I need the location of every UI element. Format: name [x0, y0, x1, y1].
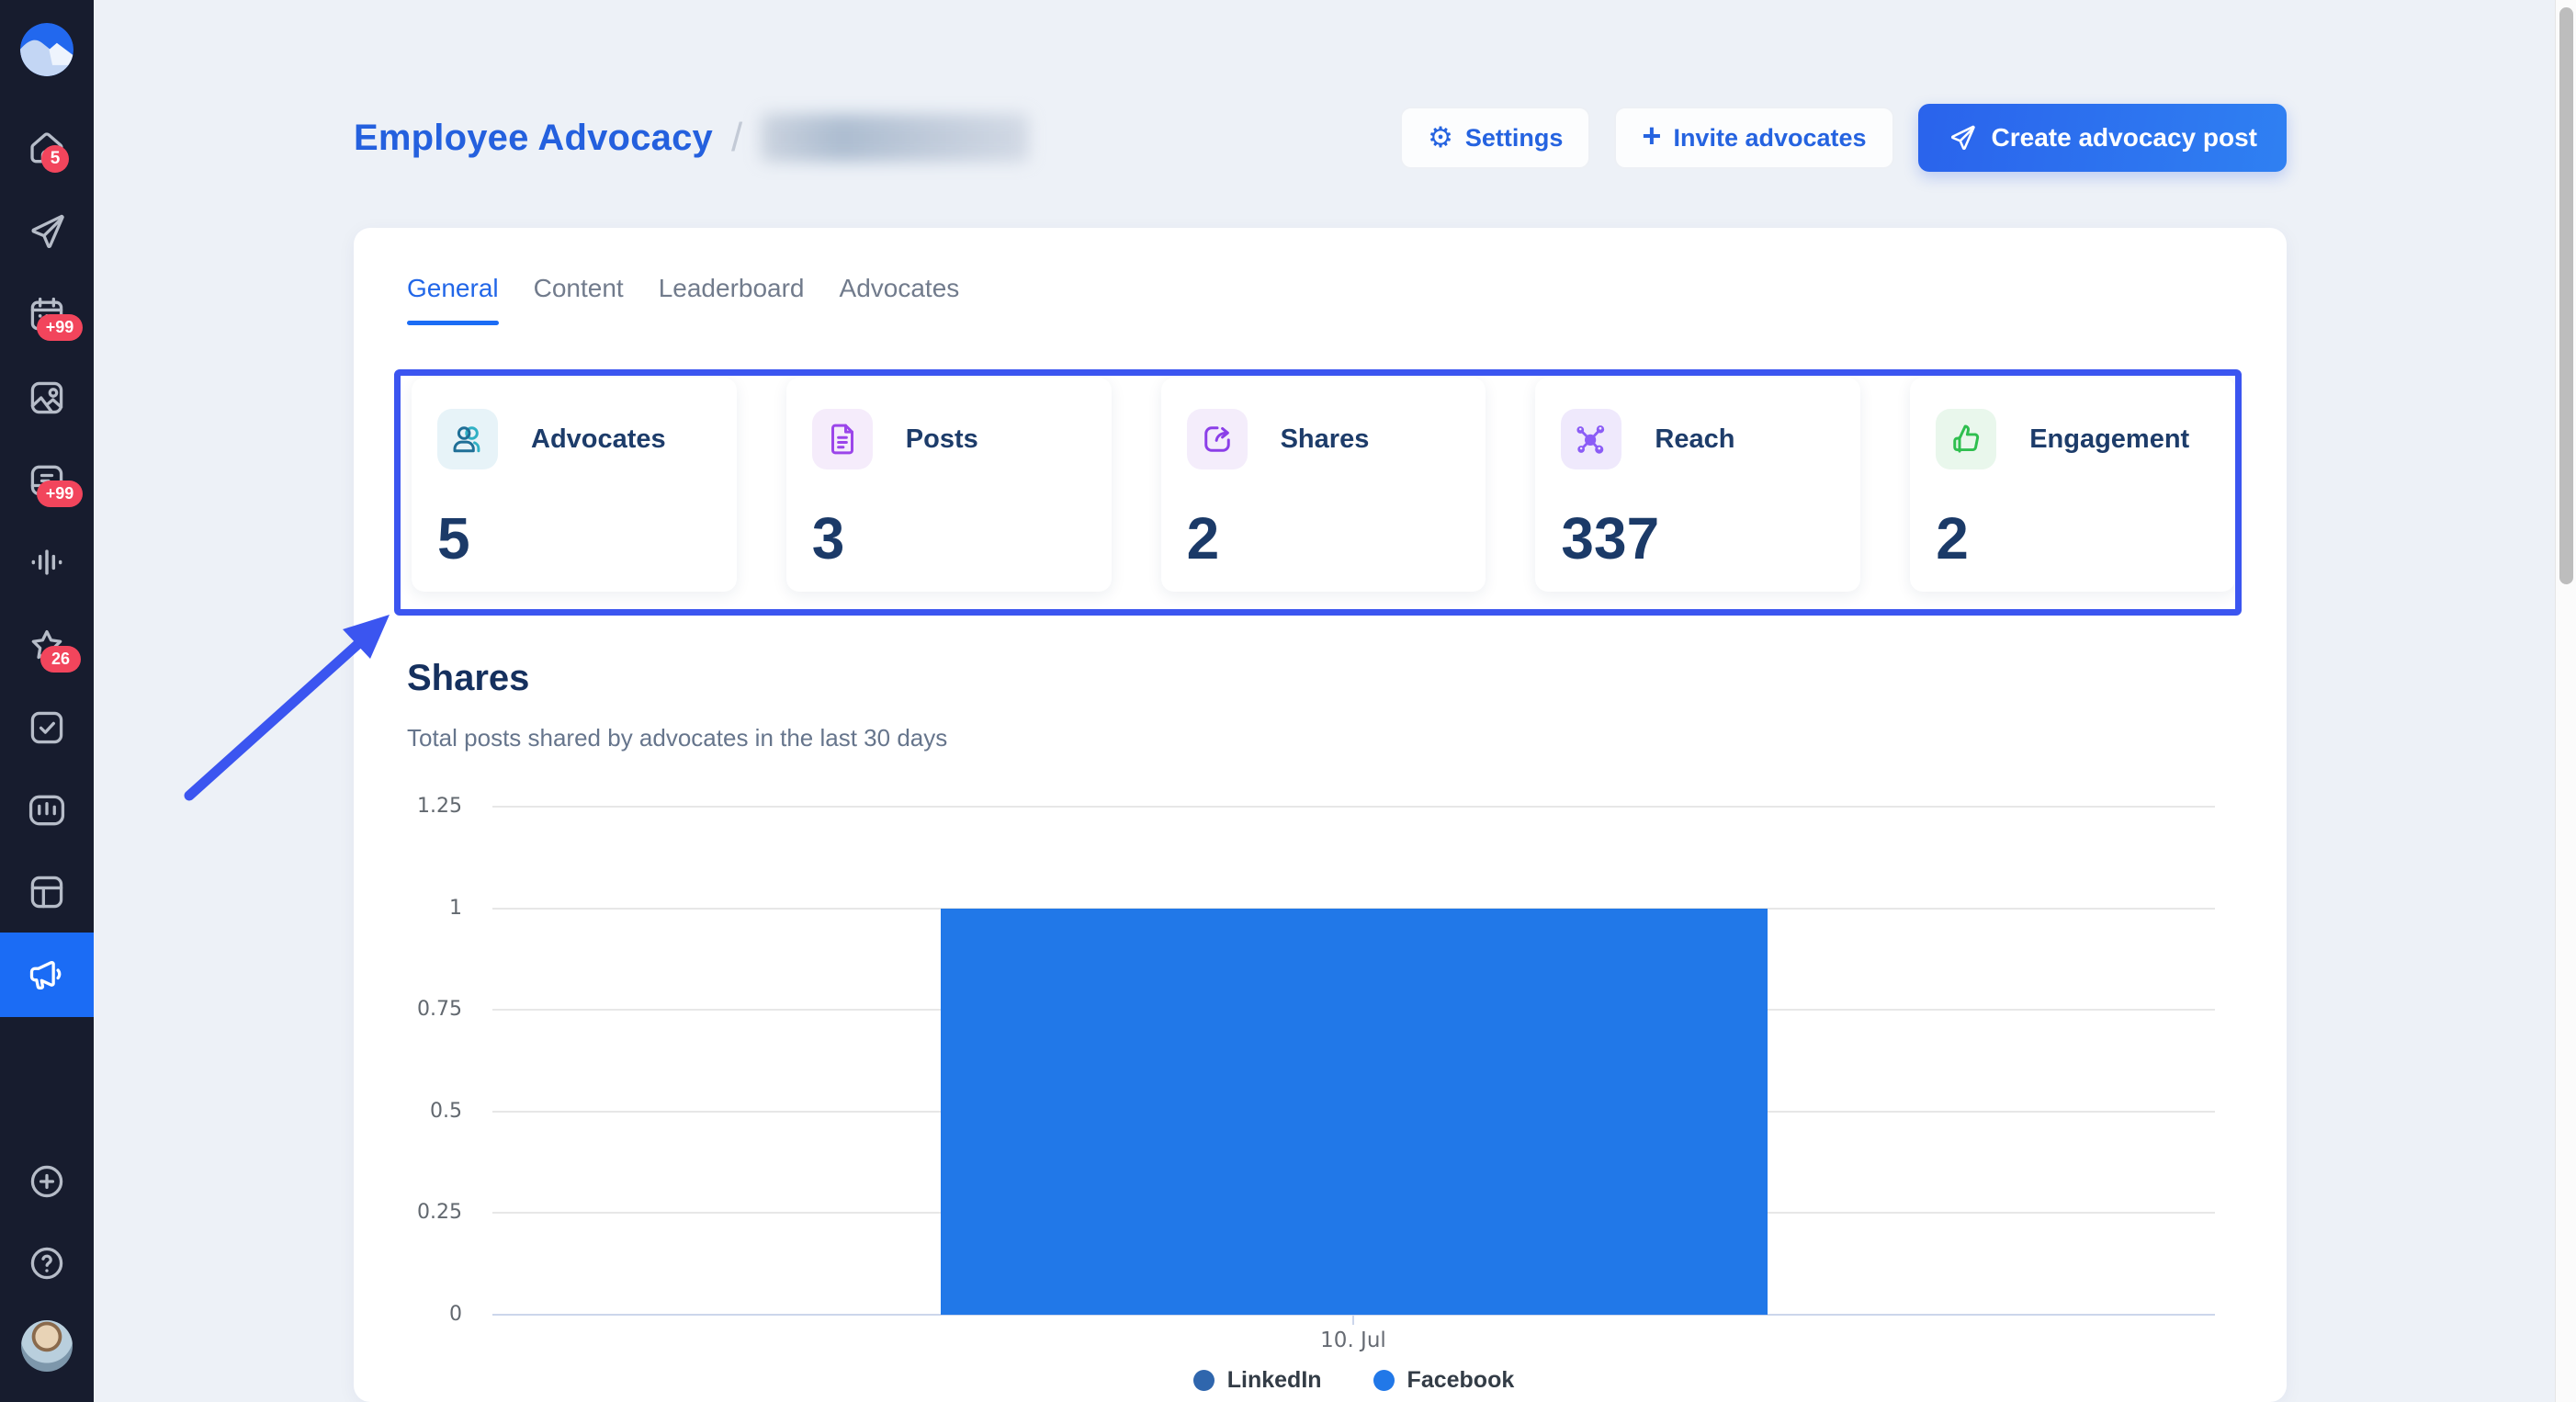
sidebar-item-inbox[interactable]: +99	[0, 439, 94, 522]
chart-legend: LinkedIn Facebook	[492, 1367, 2215, 1394]
plus-circle-icon	[27, 1161, 67, 1202]
sidebar: 5 +99	[0, 0, 94, 1402]
chart-bar[interactable]	[941, 807, 1768, 1315]
legend-label: LinkedIn	[1227, 1367, 1322, 1394]
calendar-notification-badge: +99	[37, 314, 83, 341]
tab-leaderboard[interactable]: Leaderboard	[659, 274, 805, 316]
stat-head: Engagement	[1936, 409, 2209, 469]
settings-button[interactable]: ⚙ Settings	[1400, 107, 1590, 169]
section-subtitle: Total posts shared by advocates in the l…	[407, 724, 947, 752]
facebook-legend-dot	[1373, 1370, 1395, 1391]
stat-card-shares: Shares 2	[1161, 378, 1486, 592]
stat-head: Shares	[1187, 409, 1461, 469]
sidebar-item-boards[interactable]	[0, 851, 94, 933]
sidebar-item-home[interactable]: 5	[0, 107, 94, 189]
stat-label: Shares	[1281, 424, 1370, 455]
app-root: 5 +99	[0, 0, 2576, 1402]
legend-item-linkedin[interactable]: LinkedIn	[1193, 1367, 1322, 1394]
stat-value: 2	[1187, 509, 1461, 568]
image-icon	[27, 378, 67, 418]
user-avatar[interactable]	[21, 1320, 73, 1372]
plus-icon: +	[1642, 119, 1661, 153]
reviews-notification-badge: 26	[40, 646, 81, 673]
stat-head: Reach	[1561, 409, 1835, 469]
sidebar-item-media[interactable]	[0, 356, 94, 439]
gear-icon: ⚙	[1428, 124, 1453, 153]
section-title: Shares	[407, 658, 529, 699]
y-axis-tick-label: 0.25	[354, 1198, 462, 1227]
scrollbar-track[interactable]	[2555, 0, 2576, 1402]
stat-card-reach: Reach 337	[1535, 378, 1860, 592]
stat-label: Advocates	[531, 424, 666, 455]
document-icon	[812, 409, 873, 469]
create-advocacy-post-button[interactable]: Create advocacy post	[1918, 104, 2287, 172]
stat-value: 3	[812, 509, 1086, 568]
tab-bar: General Content Leaderboard Advocates	[407, 274, 959, 316]
sidebar-item-add[interactable]	[0, 1140, 94, 1223]
sidebar-item-listening[interactable]	[0, 521, 94, 604]
help-circle-icon	[27, 1243, 67, 1283]
stat-card-engagement: Engagement 2	[1910, 378, 2235, 592]
y-axis-tick-label: 1.25	[354, 792, 462, 821]
mountain-logo-icon	[20, 23, 73, 76]
people-icon	[437, 409, 498, 469]
analytics-card: General Content Leaderboard Advocates Ad…	[354, 228, 2287, 1402]
inbox-notification-badge: +99	[37, 481, 83, 507]
invite-advocates-button[interactable]: + Invite advocates	[1614, 107, 1893, 169]
page-title: Employee Advocacy	[354, 118, 713, 159]
send-icon	[27, 211, 67, 252]
megaphone-icon	[27, 955, 67, 995]
y-axis-tick-label: 0	[354, 1300, 462, 1329]
y-axis-tick-label: 0.5	[354, 1097, 462, 1126]
network-icon	[1561, 409, 1621, 469]
settings-button-label: Settings	[1465, 124, 1564, 153]
stat-value: 5	[437, 509, 711, 568]
layout-icon	[27, 872, 67, 912]
stat-label: Reach	[1655, 424, 1734, 455]
x-axis-tick	[1352, 1315, 1354, 1325]
create-button-label: Create advocacy post	[1992, 123, 2257, 153]
sidebar-item-calendar[interactable]: +99	[0, 273, 94, 356]
chart-bar-segment-facebook[interactable]	[941, 909, 1768, 1315]
stat-label: Engagement	[2029, 424, 2189, 455]
y-axis-tick-label: 1	[354, 894, 462, 923]
header-actions: ⚙ Settings + Invite advocates Create adv…	[1400, 104, 2287, 172]
sidebar-item-tasks[interactable]	[0, 686, 94, 769]
legend-item-facebook[interactable]: Facebook	[1373, 1367, 1515, 1394]
sidebar-item-publish[interactable]	[0, 190, 94, 273]
invite-button-label: Invite advocates	[1673, 124, 1866, 153]
page-header: Employee Advocacy / ⚙ Settings + Invite …	[354, 96, 2287, 180]
sidebar-item-reports[interactable]	[0, 769, 94, 852]
stat-value: 2	[1936, 509, 2209, 568]
x-axis-label: 10. Jul	[1215, 1329, 1491, 1352]
workspace-logo[interactable]	[20, 23, 73, 76]
breadcrumb-separator: /	[731, 115, 742, 161]
legend-label: Facebook	[1407, 1367, 1515, 1394]
stat-head: Posts	[812, 409, 1086, 469]
bar-chart-icon	[27, 790, 67, 831]
stat-card-posts: Posts 3	[786, 378, 1112, 592]
breadcrumb: Employee Advocacy /	[354, 114, 1029, 162]
tab-advocates[interactable]: Advocates	[840, 274, 960, 316]
stat-label: Posts	[906, 424, 978, 455]
scrollbar-thumb[interactable]	[2559, 7, 2573, 584]
linkedin-legend-dot	[1193, 1370, 1215, 1391]
y-axis-tick-label: 0.75	[354, 995, 462, 1024]
share-icon	[1187, 409, 1248, 469]
tab-content[interactable]: Content	[534, 274, 624, 316]
thumbs-up-icon	[1936, 409, 1996, 469]
sidebar-item-advocacy[interactable]	[0, 933, 94, 1017]
stat-card-advocates: Advocates 5	[412, 378, 737, 592]
sidebar-item-help[interactable]	[0, 1222, 94, 1305]
tab-general[interactable]: General	[407, 274, 499, 316]
sidebar-item-reviews[interactable]: 26	[0, 605, 94, 687]
waveform-icon	[27, 542, 67, 582]
stats-row: Advocates 5 Posts 3	[412, 378, 2235, 592]
workspace-name-redacted	[761, 114, 1029, 162]
checkbox-icon	[27, 707, 67, 748]
home-notification-badge: 5	[41, 145, 69, 173]
paper-plane-icon	[1948, 123, 1977, 153]
stat-value: 337	[1561, 509, 1835, 568]
stat-head: Advocates	[437, 409, 711, 469]
